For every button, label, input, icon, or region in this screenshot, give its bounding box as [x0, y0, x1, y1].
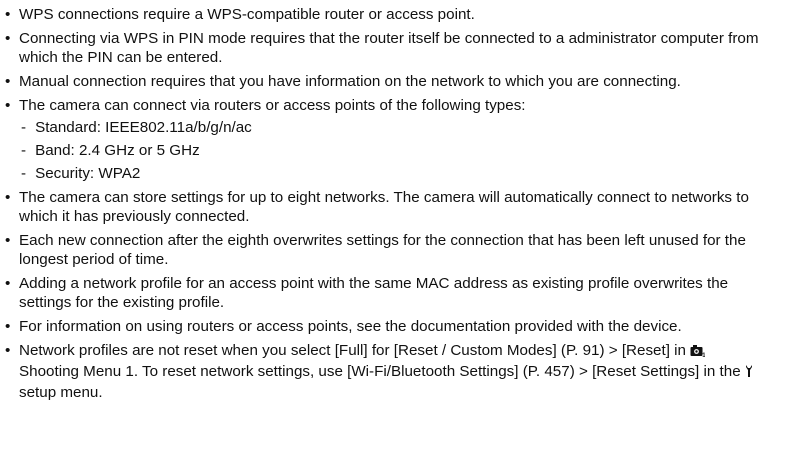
sub-list-item: - Security: WPA2 — [19, 164, 765, 183]
dash-marker: - — [21, 119, 27, 136]
list-item: Adding a network profile for an access p… — [1, 274, 765, 312]
sub-list-item: - Band: 2.4 GHz or 5 GHz — [19, 141, 765, 160]
camera-shooting-icon: 1 — [690, 343, 706, 362]
note-text: The camera can store settings for up to … — [19, 189, 749, 225]
connection-types-list: - Standard: IEEE802.11a/b/g/n/ac - Band: 2… — [19, 118, 765, 183]
dash-marker: - — [21, 165, 27, 182]
notes-list: WPS connections require a WPS-compatible… — [1, 5, 765, 402]
note-text: Each new connection after the eighth ove… — [19, 232, 746, 268]
note-text-part: Network profiles are not reset when you … — [19, 342, 691, 359]
sub-item-text: Standard: IEEE802.11a/b/g/n/ac — [35, 119, 252, 136]
note-text-part: setup menu. — [19, 384, 103, 401]
sub-item-text: Band: 2.4 GHz or 5 GHz — [35, 142, 200, 159]
note-text: Manual connection requires that you have… — [19, 73, 681, 90]
sub-item-text: Security: WPA2 — [35, 165, 141, 182]
list-item: WPS connections require a WPS-compatible… — [1, 5, 765, 24]
dash-marker: - — [21, 142, 27, 159]
list-item: Manual connection requires that you have… — [1, 72, 765, 91]
list-item: Connecting via WPS in PIN mode requires … — [1, 29, 765, 67]
note-text: WPS connections require a WPS-compatible… — [19, 6, 475, 23]
note-text: Connecting via WPS in PIN mode requires … — [19, 30, 759, 66]
list-item: The camera can connect via routers or ac… — [1, 96, 765, 183]
list-item: Each new connection after the eighth ove… — [1, 231, 765, 269]
svg-text:1: 1 — [702, 353, 705, 357]
list-item: The camera can store settings for up to … — [1, 188, 765, 226]
note-text: The camera can connect via routers or ac… — [19, 97, 526, 114]
note-text: For information on using routers or acce… — [19, 318, 682, 335]
list-item: For information on using routers or acce… — [1, 317, 765, 336]
notes-page: WPS connections require a WPS-compatible… — [0, 0, 785, 402]
note-text-part: Shooting Menu 1. To reset network settin… — [19, 363, 745, 380]
sub-list-item: - Standard: IEEE802.11a/b/g/n/ac — [19, 118, 765, 137]
note-text: Adding a network profile for an access p… — [19, 275, 729, 311]
list-item: Network profiles are not reset when you … — [1, 341, 765, 402]
wrench-setup-icon — [745, 364, 753, 383]
